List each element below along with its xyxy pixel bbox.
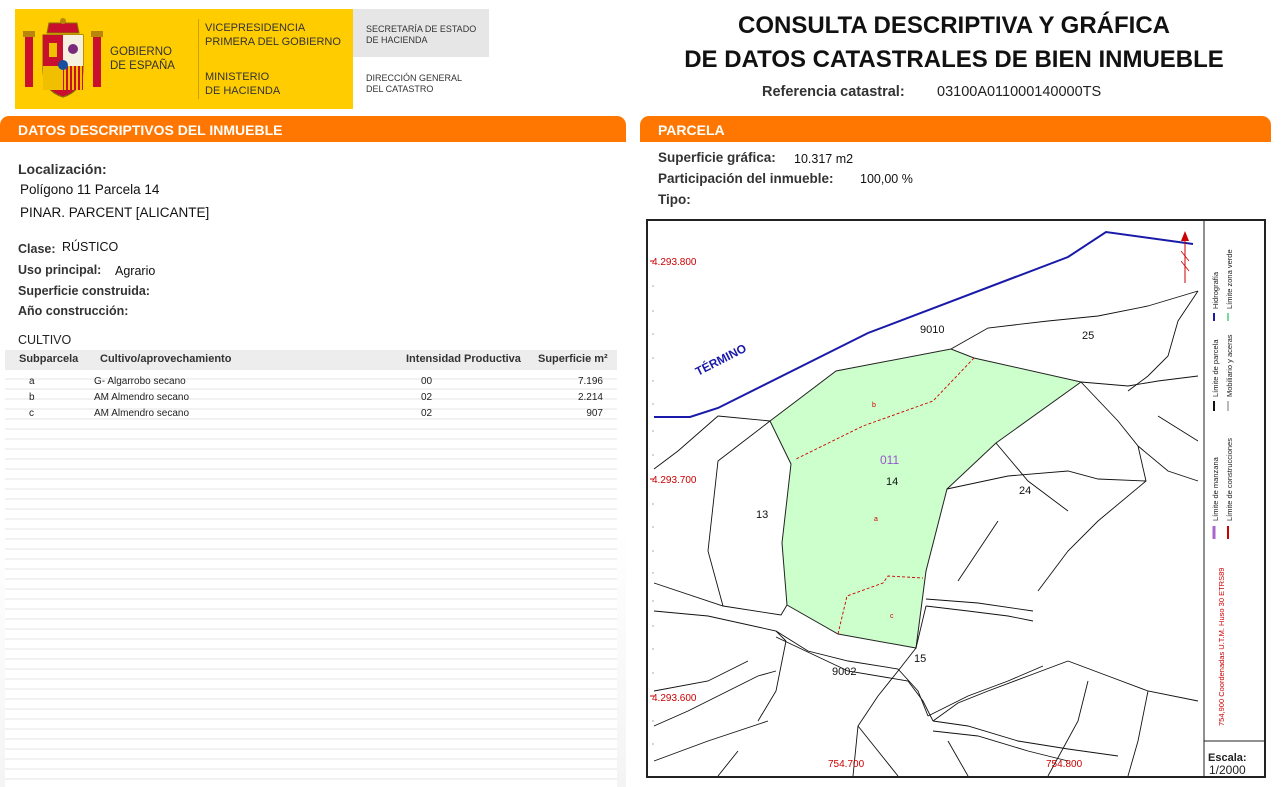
- gobierno-line2: DE ESPAÑA: [110, 60, 175, 72]
- parcel-label-25: 25: [1082, 330, 1094, 342]
- subparcel-label-c: c: [890, 613, 894, 620]
- cell-cultivo: AM Almendro secano: [94, 392, 190, 403]
- cell-intensidad: 00: [421, 376, 433, 387]
- section-bar-descriptivos: DATOS DESCRIPTIVOS DEL INMUEBLE: [0, 116, 626, 142]
- legend-parcela: Límite de parcela: [1211, 339, 1220, 397]
- grid-label-y: 4.293.800: [652, 257, 697, 268]
- government-logo-block: GOBIERNO DE ESPAÑA VICEPRESIDENCIA PRIME…: [15, 9, 353, 109]
- cell-subparcela: b: [29, 392, 35, 403]
- legend-hidro: Hidrografía: [1211, 271, 1220, 309]
- vice-line2: PRIMERA DEL GOBIERNO: [205, 36, 341, 48]
- participacion-value: 100,00 %: [860, 172, 913, 186]
- superficie-construida-label: Superficie construida:: [18, 284, 150, 298]
- parcel-label-24: 24: [1019, 485, 1031, 497]
- legend-manzana: Límite de manzana: [1211, 456, 1220, 521]
- superficie-grafica-value: 10.317 m2: [794, 152, 854, 166]
- cultivo-title: CULTIVO: [18, 333, 72, 347]
- legend-coords: 754,900 Coordenadas U.T.M. Huso 30 ETRS8…: [1217, 568, 1226, 726]
- ministerio-text: MINISTERIO DE HACIENDA: [205, 70, 280, 98]
- legend-mobiliario: Mobiliario y aceras: [1225, 334, 1234, 397]
- clase-value: RÚSTICO: [62, 240, 119, 254]
- grid-label-x: 754.800: [1046, 759, 1083, 770]
- cell-subparcela: c: [29, 408, 34, 419]
- parcel-14-fill: [769, 348, 1083, 649]
- cell-superficie: 2.214: [577, 392, 603, 403]
- vicepresidencia-text: VICEPRESIDENCIA PRIMERA DEL GOBIERNO: [205, 21, 341, 49]
- grid-label-x: 754.700: [828, 759, 865, 770]
- sec-line1: SECRETARÍA DE ESTADO: [366, 24, 477, 34]
- vice-line1: VICEPRESIDENCIA: [205, 22, 306, 34]
- localizacion-label: Localización:: [18, 161, 107, 177]
- localizacion-line1: Polígono 11 Parcela 14: [20, 182, 160, 197]
- legend-construcciones: Límite de construcciones: [1225, 438, 1234, 521]
- dir-line1: DIRECCIÓN GENERAL: [366, 73, 463, 83]
- cultivo-table-header: Subparcela Cultivo/aprovechamiento Inten…: [5, 350, 617, 370]
- uso-value: Agrario: [115, 264, 156, 278]
- subparcel-label-a: a: [874, 516, 878, 523]
- parcel-label-13: 13: [756, 509, 768, 521]
- title-line1: CONSULTA DESCRIPTIVA Y GRÁFICA: [737, 12, 1171, 39]
- logo-divider: [198, 19, 199, 99]
- subparcel-label-b: b: [872, 402, 876, 409]
- parcel-label-14: 14: [886, 476, 898, 488]
- min-line2: DE HACIENDA: [205, 85, 281, 97]
- sec-line2: DE HACIENDA: [366, 35, 428, 45]
- grid-label-y: 4.293.700: [652, 475, 697, 486]
- gobierno-line1: GOBIERNO: [110, 46, 172, 58]
- ref-label: Referencia catastral:: [762, 84, 905, 100]
- anio-construccion-label: Año construcción:: [18, 304, 129, 318]
- cell-superficie: 907: [586, 408, 603, 419]
- cadastral-map[interactable]: 4.293.800 4.293.700 4.293.600 754.700 75…: [646, 219, 1266, 778]
- secretaria-block: SECRETARÍA DE ESTADO DE HACIENDA: [353, 9, 489, 57]
- gobierno-text: GOBIERNO DE ESPAÑA: [110, 45, 175, 73]
- cell-cultivo: G- Algarrobo secano: [94, 376, 186, 387]
- title-line2: DE DATOS CATASTRALES DE BIEN INMUEBLE: [684, 46, 1224, 73]
- cell-subparcela: a: [29, 376, 35, 387]
- table-row: c AM Almendro secano 02 907: [5, 406, 617, 422]
- parcel-label-15: 15: [914, 653, 926, 665]
- localizacion-line2: PINAR. PARCENT [ALICANTE]: [20, 205, 210, 220]
- section-bar-parcela: PARCELA: [640, 116, 1271, 142]
- table-row: a G- Algarrobo secano 00 7.196: [5, 374, 617, 390]
- uso-label: Uso principal:: [18, 263, 102, 277]
- parcel-label-011: 011: [880, 453, 899, 467]
- cadastral-map-svg: 4.293.800 4.293.700 4.293.600 754.700 75…: [650, 221, 1264, 776]
- col-cultivo: Cultivo/aprovechamiento: [100, 353, 232, 365]
- min-line1: MINISTERIO: [205, 71, 270, 83]
- grid-label-y: 4.293.600: [652, 693, 697, 704]
- ref-value: 03100A011000140000TS: [937, 84, 1102, 100]
- termino-label: TÉRMINO: [693, 340, 749, 378]
- cell-superficie: 7.196: [577, 376, 603, 387]
- col-subparcela: Subparcela: [19, 353, 79, 365]
- cultivo-table-body: a G- Algarrobo secano 00 7.196 b AM Alme…: [5, 370, 617, 787]
- cell-intensidad: 02: [421, 408, 433, 419]
- col-intensidad: Intensidad Productiva: [406, 353, 521, 365]
- tipo-label: Tipo:: [658, 192, 691, 207]
- escala-value: 1/2000: [1209, 763, 1246, 776]
- legend-zona-verde: Límite zona verde: [1225, 249, 1234, 309]
- participacion-label: Participación del inmueble:: [658, 171, 834, 186]
- parcel-label-9010: 9010: [920, 324, 944, 336]
- col-superficie: Superficie m²: [538, 353, 608, 365]
- direccion-text: DIRECCIÓN GENERAL DEL CATASTRO: [366, 73, 462, 95]
- table-row: b AM Almendro secano 02 2.214: [5, 390, 617, 406]
- clase-label: Clase:: [18, 242, 56, 256]
- coat-of-arms-icon: [23, 18, 103, 98]
- page-title: CONSULTA DESCRIPTIVA Y GRÁFICA DE DATOS …: [680, 9, 1228, 77]
- cell-cultivo: AM Almendro secano: [94, 408, 190, 419]
- cell-intensidad: 02: [421, 392, 433, 403]
- parcel-label-9002: 9002: [832, 666, 856, 678]
- north-arrow-icon: [1180, 231, 1190, 283]
- superficie-grafica-label: Superficie gráfica:: [658, 150, 776, 165]
- grid-minor-ticks: [652, 285, 654, 745]
- dir-line2: DEL CATASTRO: [366, 84, 434, 94]
